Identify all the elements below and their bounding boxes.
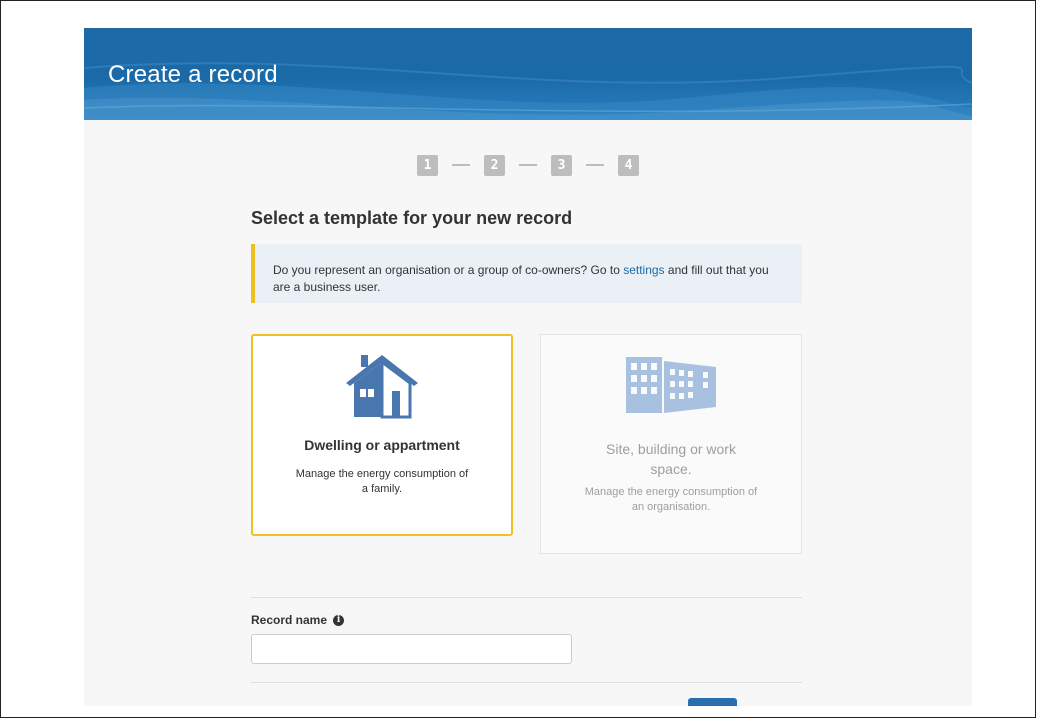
create-record-dialog: Create a record 1 2 3 4 Select a templat… bbox=[84, 28, 972, 706]
dialog-content: Select a template for your new record Do… bbox=[251, 205, 802, 706]
step-3: 3 bbox=[551, 154, 572, 176]
house-icon bbox=[346, 355, 418, 419]
template-description: Manage the energy consumption of an orga… bbox=[584, 486, 758, 513]
business-user-notice: Do you represent an organisation or a gr… bbox=[251, 244, 802, 303]
dialog-header: Create a record bbox=[84, 28, 972, 120]
divider bbox=[251, 682, 802, 683]
record-name-label: Record name i bbox=[251, 613, 345, 627]
template-title: Dwelling or appartment bbox=[304, 437, 460, 453]
settings-link[interactable]: settings bbox=[623, 263, 664, 277]
step-connector bbox=[452, 164, 470, 166]
template-card-dwelling[interactable]: Dwelling or appartment Manage the energy… bbox=[251, 334, 513, 536]
section-heading: Select a template for your new record bbox=[251, 208, 573, 228]
record-name-input[interactable] bbox=[251, 634, 572, 664]
template-card-organisation[interactable]: Site, building or work space. Manage the… bbox=[540, 334, 802, 554]
step-connector bbox=[586, 164, 604, 166]
step-indicator: 1 2 3 4 bbox=[84, 154, 972, 176]
step-connector bbox=[519, 164, 537, 166]
divider bbox=[251, 597, 802, 598]
record-name-label-text: Record name bbox=[251, 613, 328, 627]
template-title: Site, building or work space. bbox=[606, 441, 736, 477]
next-button[interactable]: Next bbox=[688, 698, 737, 706]
dialog-title: Create a record bbox=[108, 61, 278, 88]
template-description: Manage the energy consumption of a famil… bbox=[295, 468, 469, 495]
info-icon[interactable]: i bbox=[333, 614, 345, 626]
step-1: 1 bbox=[417, 154, 438, 176]
buildings-icon bbox=[626, 357, 716, 413]
notice-text-before: Do you represent an organisation or a gr… bbox=[273, 263, 624, 277]
step-4: 4 bbox=[618, 154, 639, 176]
step-2: 2 bbox=[484, 154, 505, 176]
cancel-button[interactable]: Cancel bbox=[748, 698, 785, 706]
template-options: Dwelling or appartment Manage the energy… bbox=[251, 334, 802, 554]
